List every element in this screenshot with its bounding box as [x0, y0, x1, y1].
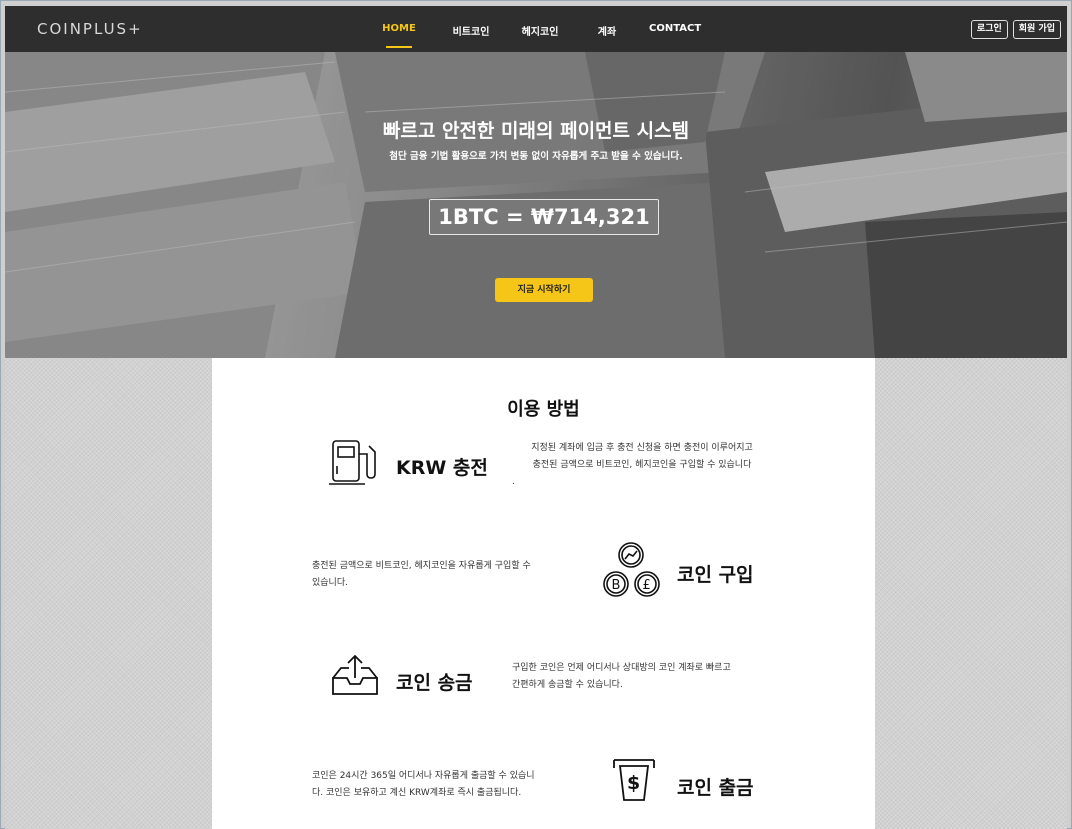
feature-desc-withdraw-coin: 코인은 24시간 365일 어디서나 자유롭게 출금할 수 있습니 다. 코인은… [312, 768, 582, 802]
hero-banner: 빠르고 안전한 미래의 페이먼트 시스템 첨단 금융 기법 활용으로 가치 변동… [5, 52, 1067, 358]
svg-text:B: B [612, 578, 621, 593]
svg-text:£: £ [643, 578, 651, 593]
feature-desc-line: 충전된 금액으로 비트코인, 헤지코인을 자유롭게 구입할 수 [312, 561, 531, 571]
nav-account[interactable]: 계좌 [595, 6, 619, 52]
feature-desc-line: 간편하게 송금할 수 있습니다. [512, 680, 623, 690]
svg-text:$: $ [627, 772, 640, 794]
feature-desc-line: 있습니다. [312, 578, 348, 588]
feature-title-buy-coin: 코인 구입 [677, 564, 754, 586]
feature-title-krw-charge: KRW 충전 [396, 457, 488, 479]
btc-price-display: 1BTC = ₩714,321 [429, 199, 659, 235]
nav-contact[interactable]: CONTACT [649, 6, 701, 52]
feature-desc-line: 코인은 24시간 365일 어디서나 자유롭게 출금할 수 있습니 [312, 771, 535, 781]
site-logo[interactable]: COINPLUS+ [37, 20, 143, 38]
fuel-pump-icon [325, 438, 379, 492]
nav-home[interactable]: HOME [379, 6, 419, 52]
usage-section-title: 이용 방법 [507, 399, 580, 420]
feature-title-send-coin: 코인 송금 [396, 672, 473, 694]
feature-desc-krw-charge: 지정된 계좌에 입금 후 충전 신청을 하면 충전이 이루어지고 충전된 금액으… [502, 440, 782, 491]
feature-desc-line: 다. 코인은 보유하고 계신 KRW계좌로 즉시 출금됩니다. [312, 788, 522, 798]
left-background-texture [5, 358, 212, 829]
nav-hedgecoin[interactable]: 헤지코인 [518, 6, 562, 52]
hero-title: 빠르고 안전한 미래의 페이먼트 시스템 [382, 120, 690, 142]
feature-desc-send-coin: 구입한 코인은 언제 어디서나 상대방의 코인 계좌로 빠르고 간편하게 송금할… [512, 660, 782, 694]
usage-section: 이용 방법 KRW 충전 지정된 계좌에 입금 후 충전 신청을 하면 충전이 … [212, 358, 875, 829]
top-navbar: COINPLUS+ HOME 비트코인 헤지코인 계좌 CONTACT 로그인 … [5, 6, 1067, 52]
hero-subtitle: 첨단 금융 기법 활용으로 가치 변동 없이 자유롭게 주고 받을 수 있습니다… [389, 151, 683, 162]
right-background-texture [875, 358, 1067, 829]
feature-desc-line: 지정된 계좌에 입금 후 충전 신청을 하면 충전이 이루어지고 [531, 443, 753, 453]
feature-title-withdraw-coin: 코인 출금 [677, 777, 754, 799]
main-menu: HOME 비트코인 헤지코인 계좌 CONTACT [379, 6, 701, 52]
feature-desc-line: . [512, 477, 515, 487]
coins-icon: B £ [600, 540, 662, 606]
atm-cash-icon: $ [612, 756, 656, 808]
auth-buttons: 로그인 회원 가입 [970, 20, 1061, 39]
feature-desc-line: 구입한 코인은 언제 어디서나 상대방의 코인 계좌로 빠르고 [512, 663, 731, 673]
signup-button[interactable]: 회원 가입 [1012, 20, 1061, 39]
feature-desc-line: 충전된 금액으로 비트코인, 헤지코인을 구입할 수 있습니다 [532, 460, 752, 470]
feature-desc-buy-coin: 충전된 금액으로 비트코인, 헤지코인을 자유롭게 구입할 수 있습니다. [312, 558, 582, 592]
nav-bitcoin[interactable]: 비트코인 [449, 6, 493, 52]
start-now-button[interactable]: 지금 시작하기 [495, 278, 593, 302]
upload-tray-icon [329, 652, 381, 702]
login-button[interactable]: 로그인 [970, 20, 1008, 39]
